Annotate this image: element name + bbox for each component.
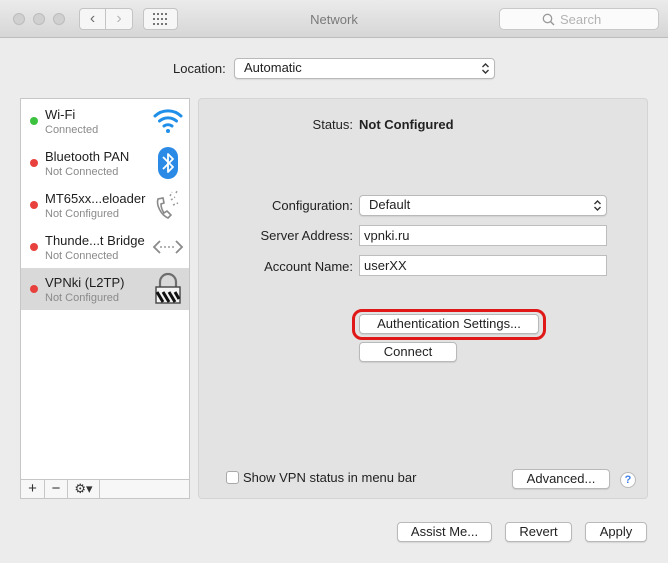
- service-item-vpnki[interactable]: VPNki (L2TP) Not Configured: [21, 268, 189, 310]
- gear-menu-button[interactable]: ⚙▾: [68, 480, 100, 498]
- service-list: Wi-Fi Connected Bluetooth PAN Not Connec…: [20, 98, 190, 480]
- status-dot: [30, 243, 38, 251]
- service-name: Thunde...t Bridge: [45, 233, 145, 248]
- help-button[interactable]: ?: [620, 472, 636, 488]
- phone-icon: [156, 190, 179, 219]
- status-label: Status:: [312, 117, 353, 132]
- configuration-value: Default: [369, 197, 411, 212]
- status-dot: [30, 201, 38, 209]
- service-name: VPNki (L2TP): [45, 275, 125, 290]
- service-item-mt65xx[interactable]: MT65xx...eloader Not Configured: [21, 184, 189, 226]
- service-name: Bluetooth PAN: [45, 149, 130, 164]
- search-input[interactable]: Search: [499, 8, 659, 30]
- authentication-settings-button[interactable]: Authentication Settings...: [359, 314, 539, 334]
- remove-service-button[interactable]: −: [45, 480, 68, 498]
- location-popup[interactable]: Automatic: [234, 58, 495, 79]
- configuration-label: Configuration:: [272, 198, 353, 213]
- location-label: Location:: [173, 61, 226, 76]
- service-item-wifi[interactable]: Wi-Fi Connected: [21, 100, 189, 142]
- search-placeholder: Search: [560, 12, 602, 27]
- thunderbolt-bridge-icon: [152, 240, 184, 254]
- revert-button[interactable]: Revert: [505, 522, 572, 542]
- vpn-lock-icon: [155, 272, 181, 304]
- status-dot: [30, 159, 38, 167]
- service-status: Not Configured: [45, 208, 119, 220]
- wifi-icon: [153, 109, 183, 133]
- assist-me-button[interactable]: Assist Me...: [397, 522, 492, 542]
- service-status: Not Connected: [45, 166, 119, 178]
- service-status: Not Connected: [45, 250, 119, 262]
- status-dot: [30, 117, 38, 125]
- status-dot: [30, 285, 38, 293]
- status-value: Not Configured: [359, 117, 454, 132]
- chevron-updown-icon: [594, 200, 601, 211]
- service-status: Not Configured: [45, 292, 119, 304]
- connect-button[interactable]: Connect: [359, 342, 457, 362]
- account-name-field[interactable]: userXX: [359, 255, 607, 276]
- service-status: Connected: [45, 124, 99, 136]
- account-name-label: Account Name:: [264, 259, 353, 274]
- location-value: Automatic: [244, 60, 302, 75]
- service-item-bluetooth-pan[interactable]: Bluetooth PAN Not Connected: [21, 142, 189, 184]
- show-vpn-status-checkbox[interactable]: [226, 471, 239, 484]
- service-name: MT65xx...eloader: [45, 191, 146, 206]
- title-bar: ‹ › Network Search: [0, 0, 668, 38]
- advanced-button[interactable]: Advanced...: [512, 469, 610, 489]
- chevron-updown-icon: [482, 63, 489, 74]
- apply-button[interactable]: Apply: [585, 522, 647, 542]
- service-list-toolbar: + − ⚙▾: [20, 479, 190, 499]
- server-address-label: Server Address:: [260, 228, 354, 243]
- service-name: Wi-Fi: [45, 107, 76, 122]
- configuration-popup[interactable]: Default: [359, 195, 607, 216]
- add-service-button[interactable]: +: [21, 480, 45, 498]
- show-vpn-status-label: Show VPN status in menu bar: [243, 470, 417, 485]
- service-item-thunderbolt-bridge[interactable]: Thunde...t Bridge Not Connected: [21, 226, 189, 268]
- detail-panel: [198, 98, 648, 499]
- server-address-field[interactable]: vpnki.ru: [359, 225, 607, 246]
- bluetooth-icon: [158, 147, 178, 179]
- search-icon: [542, 13, 555, 26]
